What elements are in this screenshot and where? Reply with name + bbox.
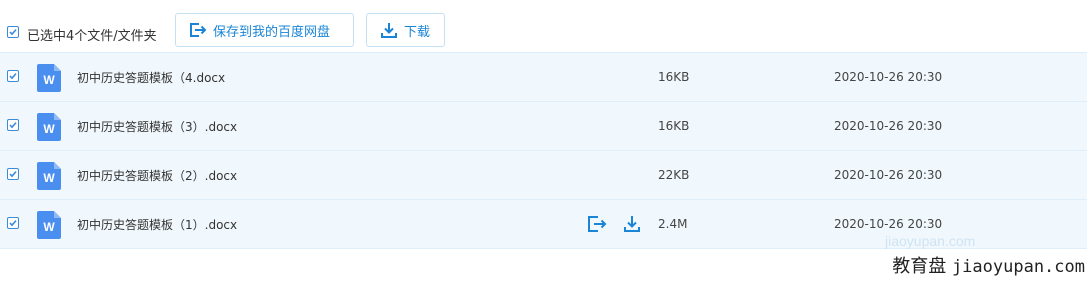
toolbar: 已选中4个文件/文件夹 保存到我的百度网盘 下载 [0,0,1091,52]
word-icon-letter: W [43,122,55,136]
file-date: 2020-10-26 20:30 [834,168,943,182]
download-label: 下载 [404,24,431,40]
file-date: 2020-10-26 20:30 [834,70,943,84]
download-icon [379,21,399,39]
word-doc-icon: W [37,64,61,96]
file-size: 22KB [658,168,690,182]
checkmark-icon [9,122,17,129]
file-row[interactable]: W 初中历史答题模板（3）.docx 16KB 2020-10-26 20:30 [0,101,1087,150]
row-save-to-disk-icon[interactable] [586,214,608,238]
word-doc-icon: W [37,113,61,145]
checkmark-icon [9,73,17,80]
file-row[interactable]: W 初中历史答题模板（2）.docx 22KB 2020-10-26 20:30 [0,150,1087,199]
word-doc-icon: W [37,211,61,243]
checkmark-icon [9,171,17,178]
select-all-checkbox[interactable] [7,26,19,38]
file-name[interactable]: 初中历史答题模板（4.docx [77,69,225,86]
word-icon-letter: W [43,171,55,185]
file-date: 2020-10-26 20:30 [834,119,943,133]
file-size: 2.4M [658,217,688,231]
word-icon-letter: W [43,220,55,234]
row-checkbox[interactable] [7,70,19,82]
save-to-baidu-button[interactable]: 保存到我的百度网盘 [175,13,354,47]
word-icon-letter: W [43,73,55,87]
file-name[interactable]: 初中历史答题模板（3）.docx [77,118,237,135]
row-checkbox[interactable] [7,168,19,180]
row-download-icon[interactable] [622,214,642,238]
file-size: 16KB [658,70,690,84]
watermark-cn: 教育盘 [892,256,947,277]
file-row[interactable]: W 初中历史答题模板（4.docx 16KB 2020-10-26 20:30 [0,52,1087,101]
file-list: W 初中历史答题模板（4.docx 16KB 2020-10-26 20:30 … [0,52,1087,249]
file-size: 16KB [658,119,690,133]
checkmark-icon [9,220,17,227]
download-button[interactable]: 下载 [366,13,445,47]
watermark-url: jiaoyupan.com [951,257,1085,277]
save-to-baidu-label: 保存到我的百度网盘 [213,24,331,40]
row-checkbox[interactable] [7,119,19,131]
file-name[interactable]: 初中历史答题模板（1）.docx [77,216,237,233]
file-date: 2020-10-26 20:30 [834,217,943,231]
site-watermark: 教育盘 jiaoyupan.com [892,252,1085,278]
file-name[interactable]: 初中历史答题模板（2）.docx [77,167,237,184]
checkmark-icon [9,29,17,36]
word-doc-icon: W [37,162,61,194]
faint-watermark: jiaoyupan.com [885,233,976,249]
save-to-disk-icon [188,21,208,39]
selection-count-label: 已选中4个文件/文件夹 [27,29,157,44]
row-checkbox[interactable] [7,217,19,229]
